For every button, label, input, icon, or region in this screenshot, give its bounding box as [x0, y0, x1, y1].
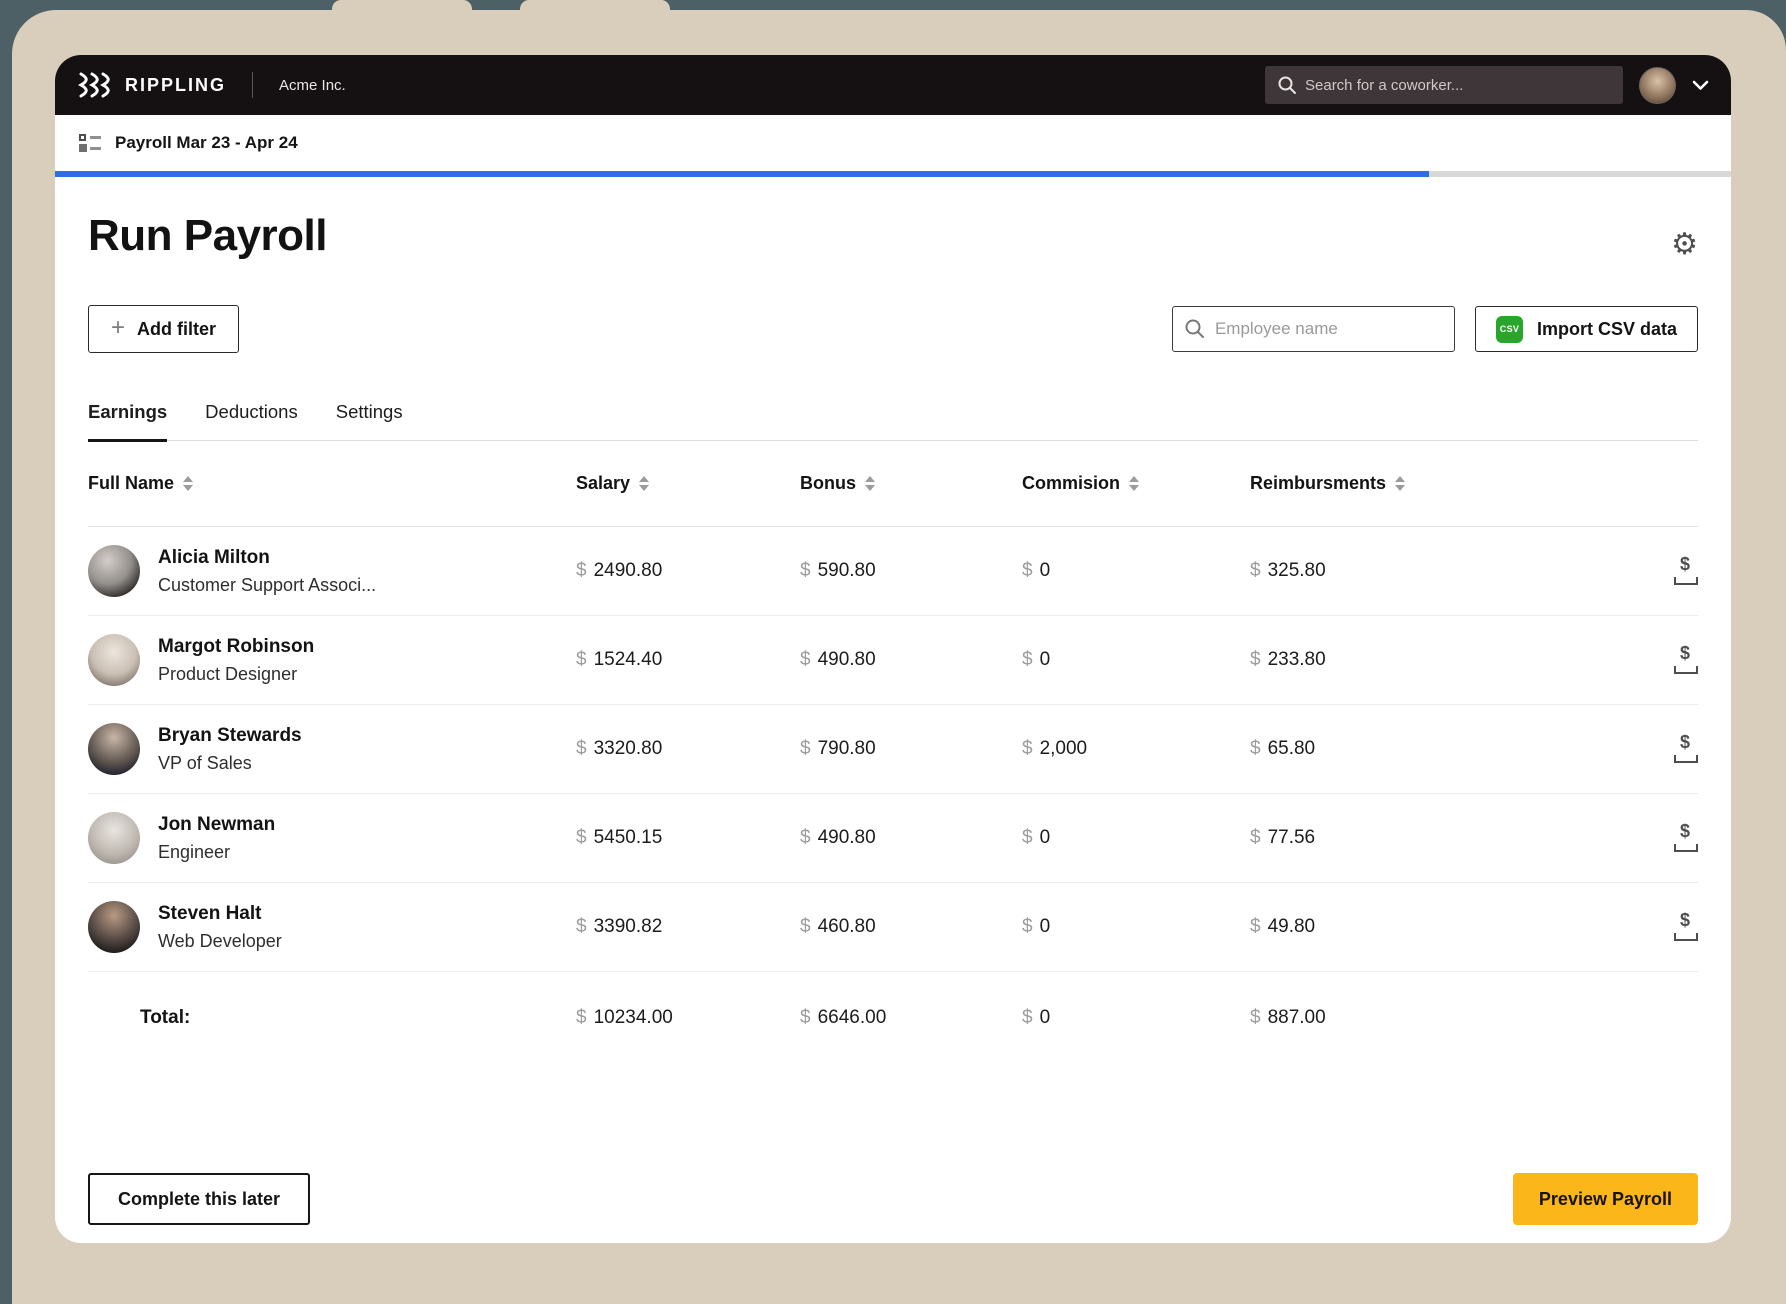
search-icon — [1277, 75, 1297, 100]
gear-icon[interactable]: ⚙ — [1671, 230, 1698, 260]
table-row: Alicia Milton Customer Support Associ...… — [88, 527, 1698, 616]
table-header-row: Full Name Salary Bonus Commision Reimbur… — [88, 441, 1698, 527]
commission-value: $0 — [1022, 649, 1250, 671]
table-row: Steven Halt Web Developer $3390.82 $460.… — [88, 883, 1698, 972]
csv-file-icon: CSV — [1496, 316, 1523, 343]
employee-title: Product Designer — [158, 664, 314, 685]
import-csv-button[interactable]: CSV Import CSV data — [1475, 306, 1698, 352]
salary-value: $2490.80 — [576, 560, 800, 582]
salary-value: $5450.15 — [576, 827, 800, 849]
tab-earnings[interactable]: Earnings — [88, 401, 167, 442]
column-header-commission[interactable]: Commision — [1022, 473, 1250, 494]
commission-value: $0 — [1022, 916, 1250, 938]
bonus-value: $590.80 — [800, 560, 1022, 582]
commission-value: $0 — [1022, 560, 1250, 582]
tab-bar: Earnings Deductions Settings — [88, 401, 1698, 441]
employee-avatar — [88, 901, 140, 953]
bonus-value: $490.80 — [800, 827, 1022, 849]
employee-title: Web Developer — [158, 931, 282, 952]
table-row: Margot Robinson Product Designer $1524.4… — [88, 616, 1698, 705]
reimbursement-value: $325.80 — [1250, 560, 1668, 582]
employee-name: Steven Halt — [158, 903, 282, 925]
column-header-bonus[interactable]: Bonus — [800, 473, 1022, 494]
salary-value: $1524.40 — [576, 649, 800, 671]
search-icon — [1184, 318, 1206, 345]
divider — [252, 72, 253, 98]
app-window: RIPPLING Acme Inc. Payroll Mar 23 - Apr … — [55, 55, 1731, 1243]
brand: RIPPLING Acme Inc. — [77, 72, 346, 98]
breadcrumb: Payroll Mar 23 - Apr 24 — [55, 115, 1731, 171]
employee-name: Bryan Stewards — [158, 725, 302, 747]
total-reimbursement: $887.00 — [1250, 1007, 1668, 1029]
pay-export-icon[interactable]: $ — [1674, 735, 1698, 763]
breadcrumb-label: Payroll Mar 23 - Apr 24 — [115, 133, 298, 153]
rippling-logo-icon — [77, 72, 113, 98]
total-salary: $10234.00 — [576, 1007, 800, 1029]
user-avatar[interactable] — [1639, 67, 1676, 104]
sort-icon — [1129, 476, 1139, 491]
top-navigation-bar: RIPPLING Acme Inc. — [55, 55, 1731, 115]
total-commission: $0 — [1022, 1007, 1250, 1029]
column-header-full-name[interactable]: Full Name — [88, 473, 576, 494]
employee-name: Jon Newman — [158, 814, 275, 836]
employee-name-search-input[interactable] — [1172, 306, 1455, 352]
chevron-down-icon[interactable] — [1692, 80, 1709, 91]
sort-icon — [865, 476, 875, 491]
table-row: Jon Newman Engineer $5450.15 $490.80 $0 … — [88, 794, 1698, 883]
plus-icon: + — [111, 316, 125, 340]
page-title: Run Payroll — [88, 211, 327, 261]
salary-value: $3390.82 — [576, 916, 800, 938]
window-tab-shape — [520, 0, 670, 14]
employee-name: Alicia Milton — [158, 547, 376, 569]
reimbursement-value: $77.56 — [1250, 827, 1668, 849]
bonus-value: $490.80 — [800, 649, 1022, 671]
sort-icon — [183, 476, 193, 491]
employee-title: Customer Support Associ... — [158, 575, 376, 596]
employee-avatar — [88, 545, 140, 597]
total-label: Total: — [88, 1007, 190, 1028]
pay-export-icon[interactable]: $ — [1674, 913, 1698, 941]
sort-icon — [639, 476, 649, 491]
employee-avatar — [88, 634, 140, 686]
payroll-list-icon — [79, 134, 101, 152]
tab-settings[interactable]: Settings — [336, 401, 403, 440]
preview-payroll-button[interactable]: Preview Payroll — [1513, 1173, 1698, 1225]
tab-deductions[interactable]: Deductions — [205, 401, 298, 440]
salary-value: $3320.80 — [576, 738, 800, 760]
add-filter-button[interactable]: + Add filter — [88, 305, 239, 353]
window-tab-shape — [332, 0, 472, 14]
brand-wordmark: RIPPLING — [125, 75, 226, 96]
commission-value: $2,000 — [1022, 738, 1250, 760]
commission-value: $0 — [1022, 827, 1250, 849]
table-row: Bryan Stewards VP of Sales $3320.80 $790… — [88, 705, 1698, 794]
reimbursement-value: $233.80 — [1250, 649, 1668, 671]
column-header-salary[interactable]: Salary — [576, 473, 800, 494]
total-bonus: $6646.00 — [800, 1007, 1022, 1029]
bonus-value: $460.80 — [800, 916, 1022, 938]
employee-title: VP of Sales — [158, 753, 302, 774]
employee-title: Engineer — [158, 842, 275, 863]
pay-export-icon[interactable]: $ — [1674, 557, 1698, 585]
pay-export-icon[interactable]: $ — [1674, 646, 1698, 674]
reimbursement-value: $49.80 — [1250, 916, 1668, 938]
sort-icon — [1395, 476, 1405, 491]
table-total-row: Total: $10234.00 $6646.00 $0 $887.00 — [88, 972, 1698, 1064]
complete-later-button[interactable]: Complete this later — [88, 1173, 310, 1225]
company-name: Acme Inc. — [279, 77, 346, 94]
employee-avatar — [88, 812, 140, 864]
employee-name: Margot Robinson — [158, 636, 314, 658]
bonus-value: $790.80 — [800, 738, 1022, 760]
reimbursement-value: $65.80 — [1250, 738, 1668, 760]
pay-export-icon[interactable]: $ — [1674, 824, 1698, 852]
coworker-search-input[interactable] — [1265, 66, 1623, 104]
column-header-reimbursements[interactable]: Reimbursments — [1250, 473, 1668, 494]
employee-avatar — [88, 723, 140, 775]
